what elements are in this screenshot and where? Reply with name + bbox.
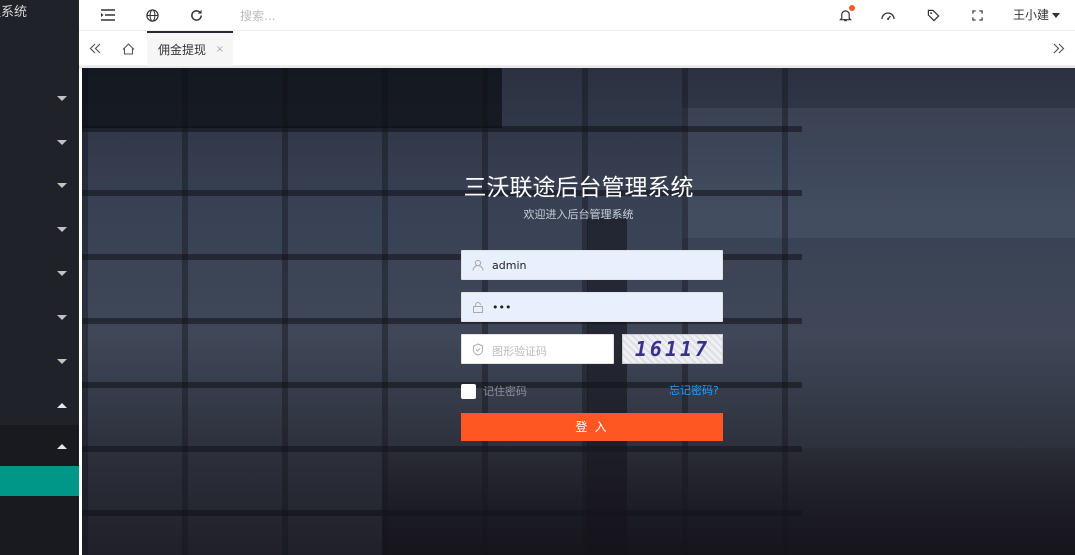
search-input[interactable]: 搜索... [240,7,275,24]
page-tabs-bar: 佣金提现 × [79,30,1075,69]
user-icon [471,258,485,272]
sidebar-logo: 理系统 [0,0,79,34]
shield-icon [471,342,485,356]
remember-checkbox[interactable] [461,383,476,399]
chevron-down-icon [57,227,67,232]
forgot-password-link[interactable]: 忘记密码? [669,382,719,398]
tab-label: 佣金提现 [158,43,207,57]
chevron-up-icon [57,444,67,449]
login-background: 三沃联途后台管理系统 欢迎进入后台管理系统 admin ••• 图形验证码 16… [82,68,1075,555]
username-field[interactable]: admin [461,250,723,280]
sidebar: 理系统 [0,0,79,555]
building-overhang [82,68,502,128]
user-menu[interactable]: 王小建 [1013,6,1061,23]
sidebar-menu-item-5[interactable] [0,252,79,296]
sidebar-menu-item-3[interactable] [0,164,79,208]
chevron-down-icon [57,140,67,145]
city-skyline [382,448,1075,555]
login-title: 三沃联途后台管理系统 [463,175,694,201]
password-value: ••• [492,301,512,314]
sidebar-menu-item-7[interactable] [0,340,79,384]
menu-collapse-icon[interactable] [99,6,117,24]
top-header: 搜索... 王小建 [79,0,1075,30]
captcha-placeholder: 图形验证码 [492,345,547,358]
globe-icon[interactable] [143,6,161,24]
lock-icon [471,300,485,314]
theme-palette-icon[interactable] [879,6,897,24]
sidebar-menu-item-4[interactable] [0,208,79,252]
app-title: 理系统 [0,5,28,20]
sidebar-menu-item-2[interactable] [0,121,79,165]
chevron-down-icon [57,96,67,101]
sidebar-menu-item-9[interactable] [0,425,79,469]
password-field[interactable]: ••• [461,292,723,322]
login-button[interactable]: 登 入 [461,413,723,441]
caret-down-icon [1052,13,1061,18]
captcha-image[interactable]: 16117 [622,334,723,364]
sidebar-menu-item-1[interactable] [0,77,79,121]
chevron-down-icon [57,183,67,188]
close-icon[interactable]: × [216,33,224,67]
sidebar-submenu-item-active[interactable] [0,466,79,496]
chevron-down-icon [57,271,67,276]
notification-badge [849,5,855,11]
tabs-scroll-right-button[interactable] [1043,31,1075,66]
refresh-icon[interactable] [187,6,205,24]
chevron-down-icon [57,359,67,364]
remember-label: 记住密码 [483,385,527,398]
user-name: 王小建 [1013,8,1050,22]
chevron-up-icon [57,403,67,408]
captcha-field[interactable]: 图形验证码 [461,334,614,364]
tabs-scroll-left-button[interactable] [79,31,111,66]
chevron-down-icon [57,315,67,320]
tab-commission-withdrawal[interactable]: 佣金提现 × [147,31,233,66]
tag-icon[interactable] [924,6,942,24]
remember-password[interactable]: 记住密码 [461,383,527,399]
home-tab-button[interactable] [112,31,144,66]
sidebar-menu-item-6[interactable] [0,296,79,340]
username-value: admin [492,259,527,272]
login-subtitle: 欢迎进入后台管理系统 [523,208,634,221]
sidebar-menu-item-8[interactable] [0,384,79,428]
fullscreen-icon[interactable] [968,6,986,24]
notification-bell-icon[interactable] [836,5,855,24]
